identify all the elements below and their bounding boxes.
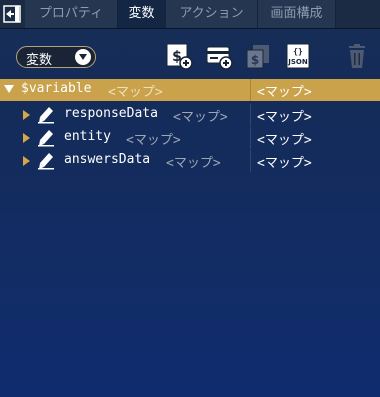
column-divider: [250, 150, 251, 172]
variable-row-root[interactable]: $variable <マップ> <マップ>: [0, 79, 380, 101]
add-variable-icon[interactable]: $: [165, 42, 193, 70]
variable-row-responsedata[interactable]: responseData <マップ> <マップ>: [0, 104, 380, 126]
variable-type: <マップ>: [173, 110, 228, 125]
variable-value: <マップ>: [257, 110, 312, 125]
variable-type: <マップ>: [108, 85, 163, 100]
tab-screen-structure[interactable]: 画面構成: [258, 0, 336, 28]
column-divider: [250, 79, 251, 101]
json-icon[interactable]: {} JSON: [284, 42, 312, 70]
variable-value: <マップ>: [257, 85, 312, 100]
svg-text:JSON: JSON: [287, 58, 308, 66]
panel-tab-bar: プロパティ 変数 アクション 画面構成: [0, 0, 380, 29]
tab-properties[interactable]: プロパティ: [25, 0, 118, 28]
svg-text:{}: {}: [293, 47, 303, 56]
variable-name: answersData: [64, 152, 151, 167]
copy-variable-icon[interactable]: $: [244, 42, 272, 70]
variable-name: entity: [64, 129, 111, 144]
variable-value: <マップ>: [257, 133, 312, 148]
tab-actions[interactable]: アクション: [166, 0, 258, 28]
variable-row-answersdata[interactable]: answersData <マップ> <マップ>: [0, 150, 380, 172]
variable-scope-select[interactable]: 変数: [16, 46, 96, 68]
variable-value: <マップ>: [257, 156, 312, 171]
expand-arrow-icon[interactable]: [23, 133, 30, 143]
expand-arrow-icon[interactable]: [4, 85, 14, 93]
variable-type: <マップ>: [126, 133, 181, 148]
pencil-icon[interactable]: [38, 106, 54, 124]
collapse-panel-icon[interactable]: [3, 5, 21, 23]
expand-arrow-icon[interactable]: [23, 110, 30, 120]
chevron-down-icon: [75, 49, 91, 65]
variable-row-entity[interactable]: entity <マップ> <マップ>: [0, 127, 380, 149]
variable-name: $variable: [21, 81, 92, 96]
add-map-variable-icon[interactable]: [205, 42, 233, 70]
variable-type: <マップ>: [166, 156, 221, 171]
tab-variables[interactable]: 変数: [118, 0, 166, 28]
variable-name: responseData: [64, 106, 158, 121]
pencil-icon[interactable]: [38, 129, 54, 147]
trash-icon[interactable]: [343, 42, 371, 70]
column-divider: [250, 127, 251, 149]
column-divider: [250, 104, 251, 126]
variable-scope-label: 変数: [26, 53, 53, 68]
expand-arrow-icon[interactable]: [23, 156, 30, 166]
pencil-icon[interactable]: [38, 152, 54, 170]
variables-toolbar: 変数 $ $ {} JSON: [0, 36, 380, 80]
svg-text:$: $: [251, 53, 259, 67]
